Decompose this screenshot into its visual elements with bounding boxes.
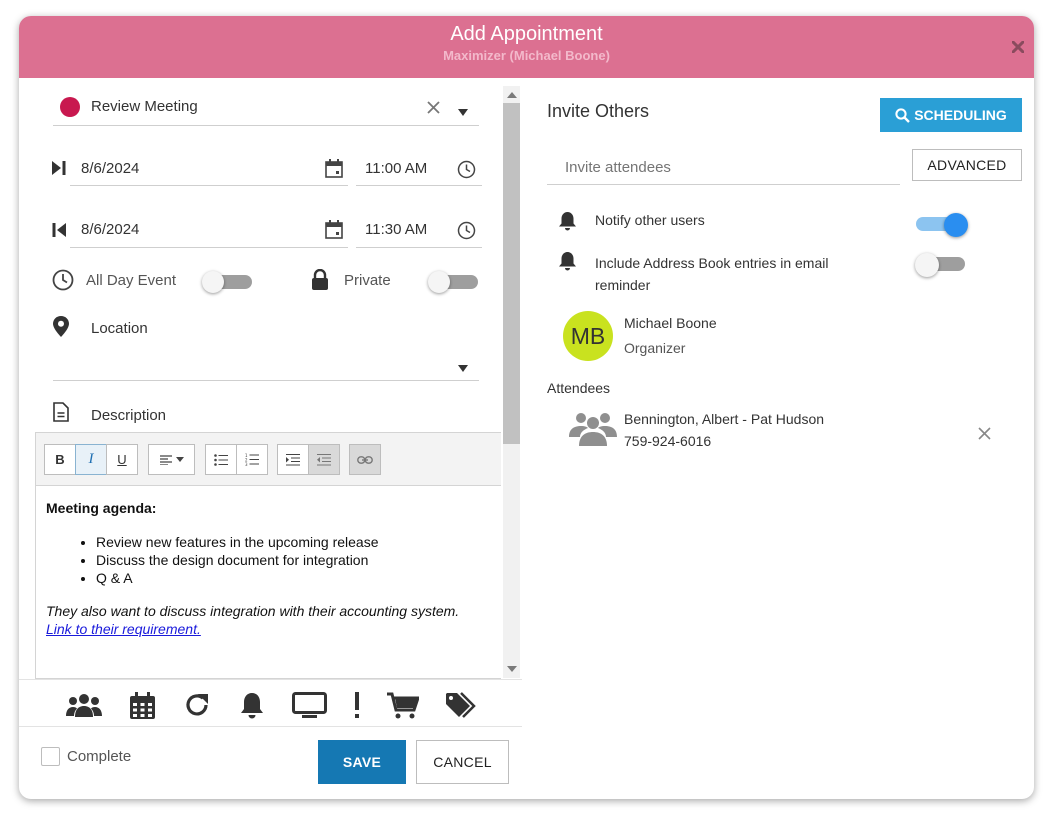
form-scrollbar[interactable] xyxy=(503,86,520,678)
clock-icon[interactable] xyxy=(457,221,476,245)
list-item: Review new features in the upcoming rele… xyxy=(96,533,496,551)
bell-icon[interactable] xyxy=(239,690,265,720)
end-icon xyxy=(52,223,66,242)
attendee-phone: 759-924-6016 xyxy=(624,433,712,449)
outdent-icon xyxy=(317,453,331,466)
document-icon xyxy=(53,402,69,427)
chevron-down-icon[interactable] xyxy=(458,103,468,121)
indent-icon xyxy=(286,453,300,466)
complete-label: Complete xyxy=(67,748,132,765)
search-icon xyxy=(895,107,911,123)
agenda-heading: Meeting agenda: xyxy=(46,500,157,516)
priority-icon[interactable] xyxy=(350,690,364,720)
all-day-clock-icon xyxy=(52,269,74,296)
bell-icon xyxy=(558,211,577,236)
lock-icon xyxy=(311,268,329,295)
chevron-down-icon xyxy=(175,457,184,462)
scrollbar-thumb[interactable] xyxy=(503,103,520,444)
bell-icon xyxy=(558,251,577,276)
private-label: Private xyxy=(344,272,391,289)
cart-icon[interactable] xyxy=(386,690,420,720)
scroll-up-arrow[interactable] xyxy=(507,92,517,98)
numbered-list-icon: 123 xyxy=(245,453,259,466)
start-time-input[interactable]: 11:00 AM xyxy=(365,160,427,177)
italic-button[interactable]: I xyxy=(75,444,107,475)
end-date-input[interactable]: 8/6/2024 xyxy=(81,221,139,238)
notify-label: Notify other users xyxy=(595,212,705,228)
private-toggle-knob[interactable] xyxy=(428,271,450,293)
subject-input[interactable]: Review Meeting xyxy=(91,98,198,115)
bold-button[interactable]: B xyxy=(44,444,76,475)
start-icon xyxy=(52,161,66,180)
remove-attendee-icon[interactable] xyxy=(978,427,991,445)
end-time-input[interactable]: 11:30 AM xyxy=(365,221,427,238)
editor-note: They also want to discuss integration wi… xyxy=(46,603,460,619)
description-editor[interactable]: B I U 123 Meeting agenda: • Review new f… xyxy=(35,432,501,679)
outdent-button[interactable] xyxy=(308,444,340,475)
scheduling-button[interactable]: SCHEDULING xyxy=(880,98,1022,132)
avatar: MB xyxy=(563,311,613,361)
attendee-name: Bennington, Albert - Pat Hudson xyxy=(624,411,825,427)
align-dropdown[interactable] xyxy=(148,444,195,475)
underline-button[interactable]: U xyxy=(106,444,138,475)
chevron-down-icon[interactable] xyxy=(458,359,468,377)
list-item: Q & A xyxy=(96,569,496,587)
appointment-icon-bar xyxy=(19,679,522,727)
numbered-list-button[interactable]: 123 xyxy=(236,444,268,475)
advanced-button[interactable]: ADVANCED xyxy=(912,149,1022,181)
invite-attendees-input[interactable] xyxy=(563,156,883,178)
requirement-link[interactable]: Link to their requirement. xyxy=(46,621,201,637)
recurrence-icon[interactable] xyxy=(184,690,210,720)
clock-icon[interactable] xyxy=(457,160,476,184)
calendar-icon[interactable] xyxy=(325,220,343,244)
bullet-list-button[interactable] xyxy=(205,444,237,475)
location-field[interactable] xyxy=(53,341,479,381)
link-button[interactable] xyxy=(349,444,381,475)
complete-checkbox[interactable] xyxy=(41,747,60,766)
users-icon[interactable] xyxy=(66,690,102,720)
location-label: Location xyxy=(91,320,148,337)
editor-toolbar: B I U 123 xyxy=(36,433,501,486)
group-icon xyxy=(568,411,618,456)
agenda-list: Review new features in the upcoming rele… xyxy=(46,533,496,587)
include-label-line1: Include Address Book entries in email xyxy=(595,255,829,271)
all-day-toggle-knob[interactable] xyxy=(202,271,224,293)
location-pin-icon xyxy=(53,316,69,342)
calendar-grid-icon[interactable] xyxy=(129,690,155,720)
organizer-role: Organizer xyxy=(624,340,686,356)
clear-icon[interactable] xyxy=(427,101,440,119)
indent-button[interactable] xyxy=(277,444,309,475)
save-button[interactable]: SAVE xyxy=(318,740,406,784)
include-address-book-label: Include Address Book entries in email re… xyxy=(595,252,828,296)
start-date-input[interactable]: 8/6/2024 xyxy=(81,160,139,177)
editor-content[interactable]: Meeting agenda: Review new features in t… xyxy=(46,499,496,638)
all-day-label: All Day Event xyxy=(86,272,177,289)
description-label: Description xyxy=(91,407,167,424)
organizer-name: Michael Boone xyxy=(624,315,717,331)
scheduling-label: SCHEDULING xyxy=(914,107,1007,123)
notify-toggle-knob[interactable] xyxy=(944,213,968,237)
tags-icon[interactable] xyxy=(445,690,477,720)
include-toggle-knob[interactable] xyxy=(915,253,939,277)
cancel-button[interactable]: CANCEL xyxy=(416,740,509,784)
svg-text:3: 3 xyxy=(245,462,248,466)
list-item: Discuss the design document for integrat… xyxy=(96,551,496,569)
scroll-down-arrow[interactable] xyxy=(507,666,517,672)
monitor-icon[interactable] xyxy=(291,690,327,720)
link-icon xyxy=(357,455,373,464)
bullet-list-icon xyxy=(214,453,228,466)
include-label-line2: reminder xyxy=(595,277,651,293)
invite-title: Invite Others xyxy=(547,101,650,121)
align-left-icon xyxy=(159,454,172,465)
attendees-heading: Attendees xyxy=(547,380,611,396)
calendar-icon[interactable] xyxy=(325,159,343,183)
